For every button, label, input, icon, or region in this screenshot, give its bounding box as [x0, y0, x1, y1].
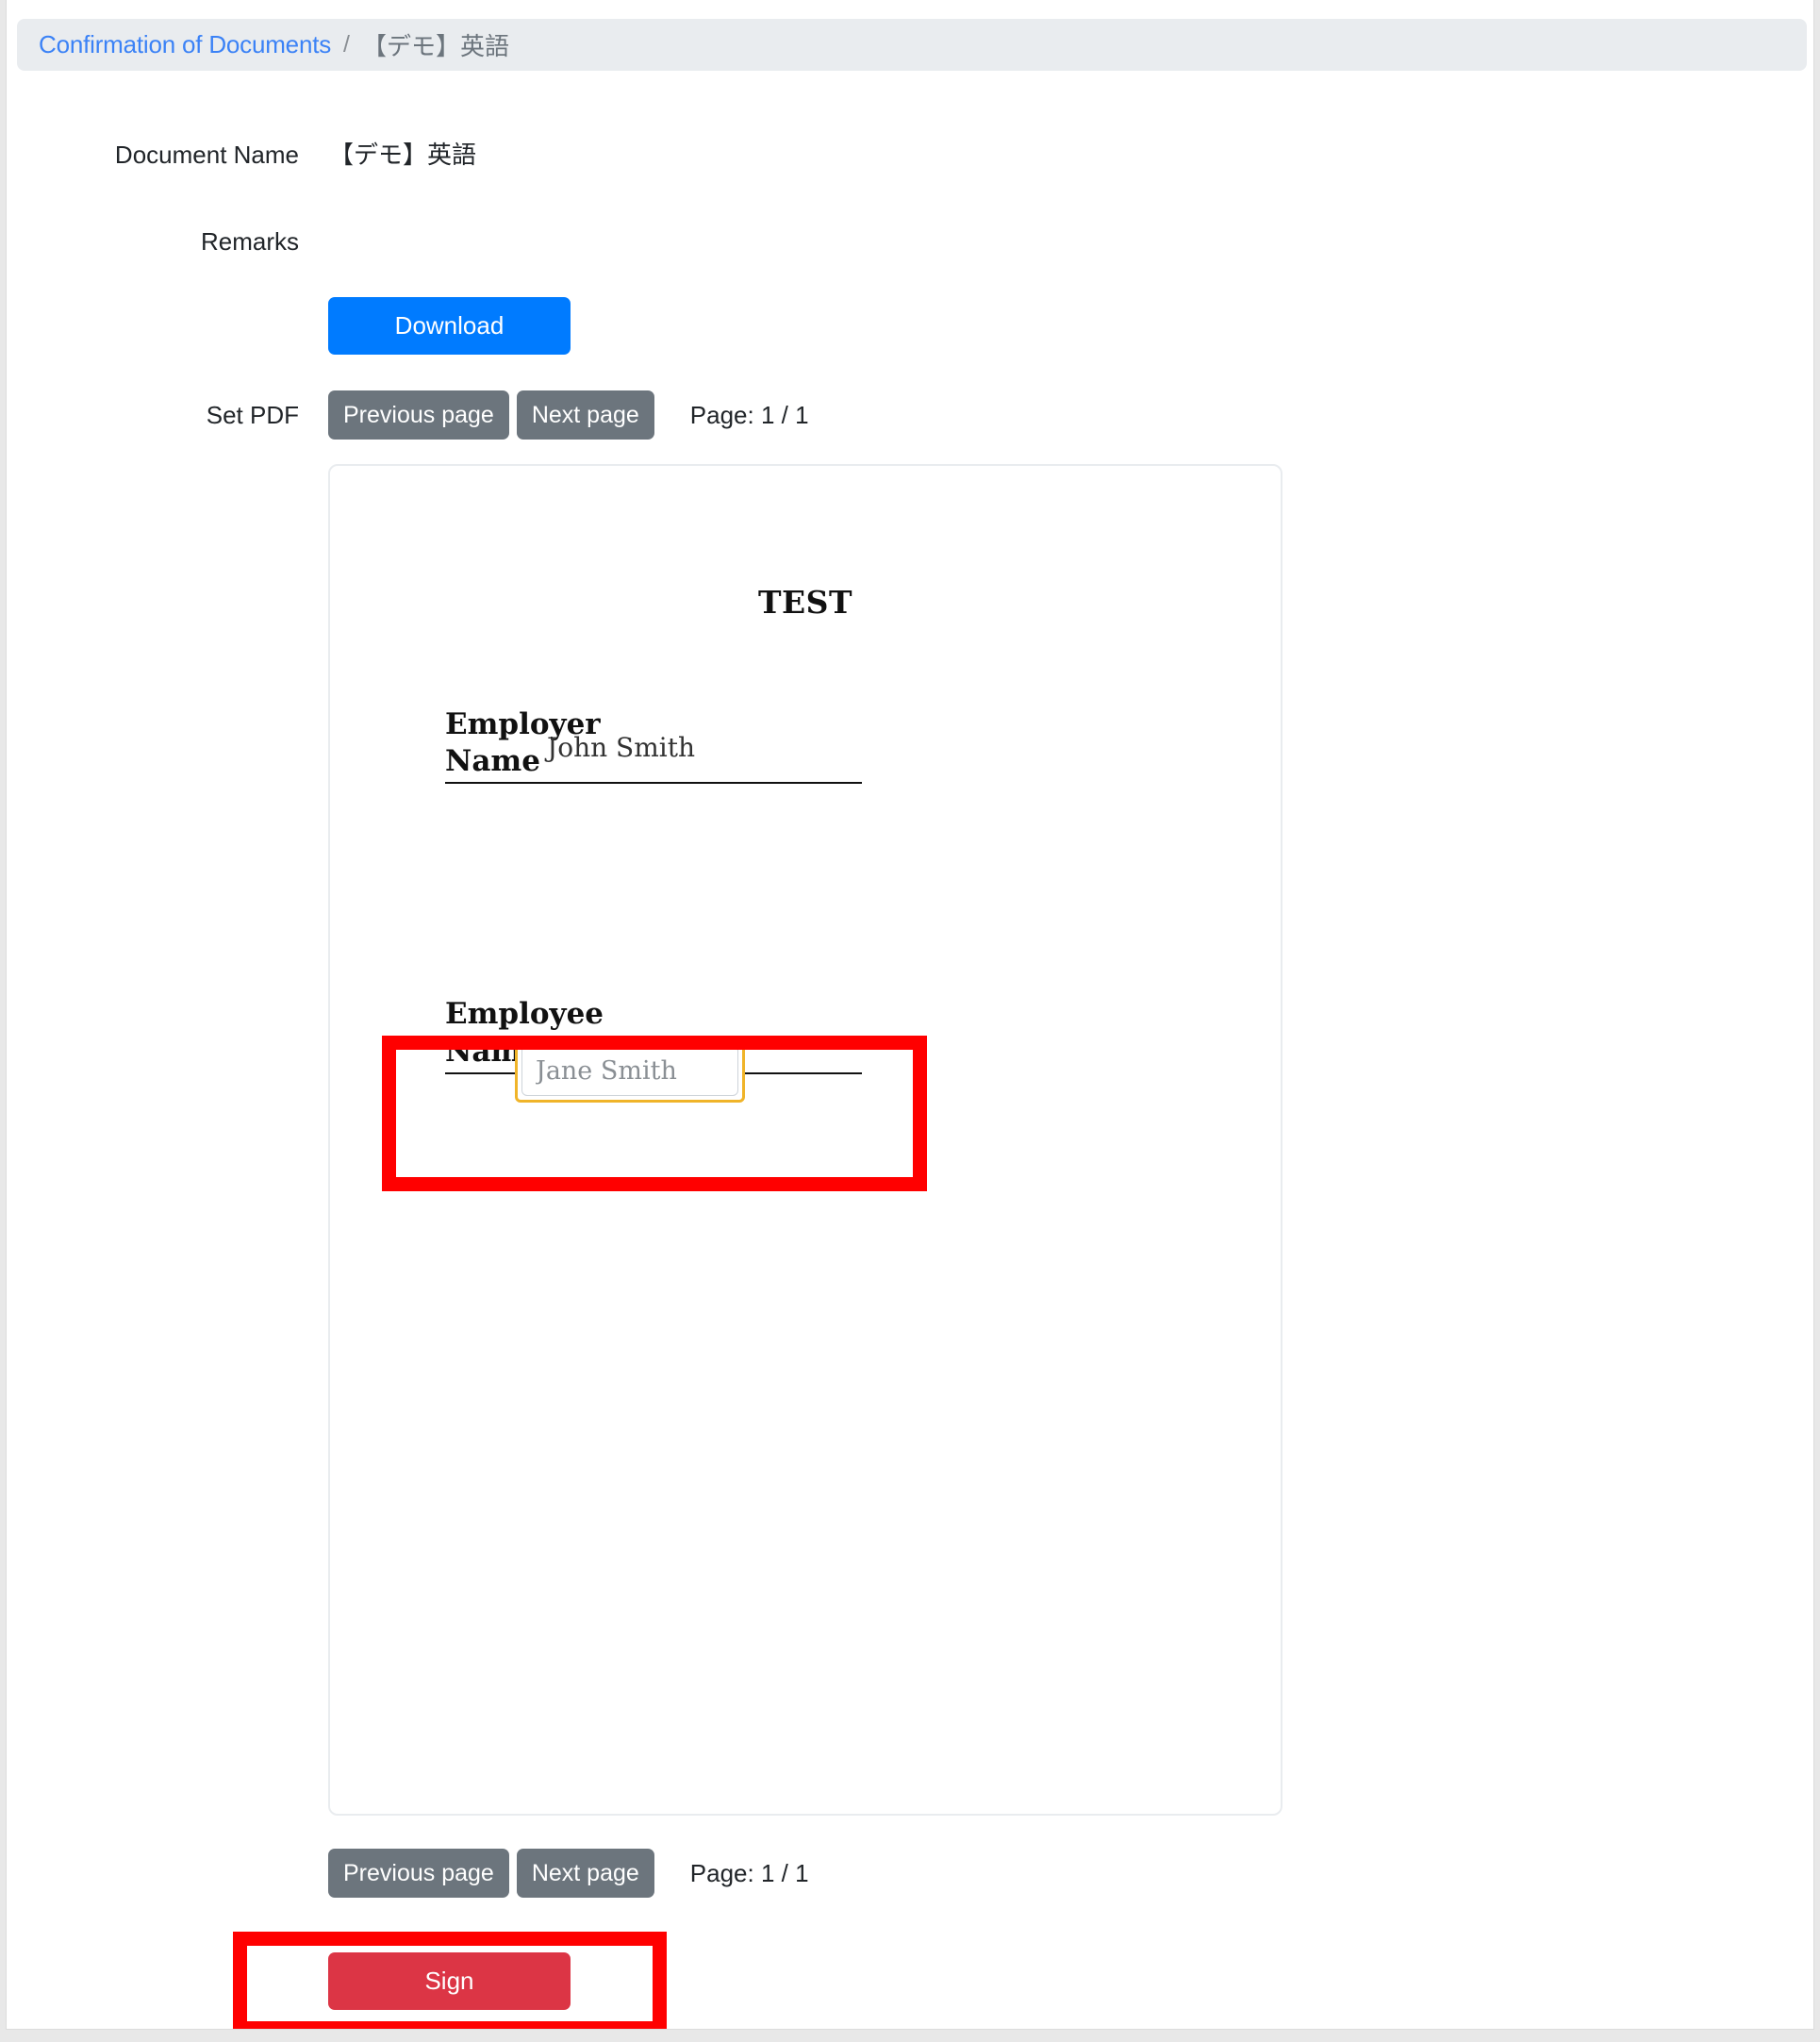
breadcrumb: Confirmation of Documents / 【デモ】英語: [17, 19, 1807, 71]
breadcrumb-current-document: 【デモ】英語: [361, 32, 509, 60]
pdf-pager-top: Previous page Next page Page: 1 / 1: [328, 390, 809, 440]
pdf-document-title: TEST: [757, 584, 853, 621]
app-window: Confirmation of Documents / 【デモ】英語 Docum…: [6, 0, 1814, 2030]
sign-button[interactable]: Sign: [328, 1952, 571, 2010]
next-page-button-bottom[interactable]: Next page: [516, 1849, 654, 1898]
set-pdf-label: Set PDF: [206, 401, 299, 429]
previous-page-button-bottom[interactable]: Previous page: [328, 1849, 509, 1898]
pdf-employer-name-underline: [445, 782, 862, 784]
breadcrumb-separator: /: [343, 31, 350, 58]
remarks-label: Remarks: [200, 227, 299, 256]
document-name-row: Document Name 【デモ】英語: [7, 140, 1138, 172]
breadcrumb-link-confirmation-of-documents[interactable]: Confirmation of Documents: [39, 30, 331, 59]
document-name-label: Document Name: [114, 141, 299, 169]
pdf-employer-name-label: Name: [445, 744, 540, 778]
pdf-employer-name-value: John Smith: [547, 732, 696, 763]
pdf-viewer[interactable]: TEST Employer Name John Smith Employee N…: [328, 464, 1282, 1816]
next-page-button-top[interactable]: Next page: [516, 390, 654, 440]
pdf-pager-bottom: Previous page Next page Page: 1 / 1: [328, 1849, 809, 1898]
employee-name-input-focus-ring: [515, 1038, 745, 1103]
pdf-employee-heading: Employee: [445, 997, 604, 1031]
download-button[interactable]: Download: [328, 297, 571, 355]
remarks-row: Remarks: [7, 226, 1138, 258]
previous-page-button-top[interactable]: Previous page: [328, 390, 509, 440]
page-indicator-bottom: Page: 1 / 1: [689, 1858, 809, 1887]
page-indicator-top: Page: 1 / 1: [689, 400, 809, 429]
document-name-value: 【デモ】英語: [329, 141, 477, 169]
employee-name-input[interactable]: [521, 1045, 738, 1096]
